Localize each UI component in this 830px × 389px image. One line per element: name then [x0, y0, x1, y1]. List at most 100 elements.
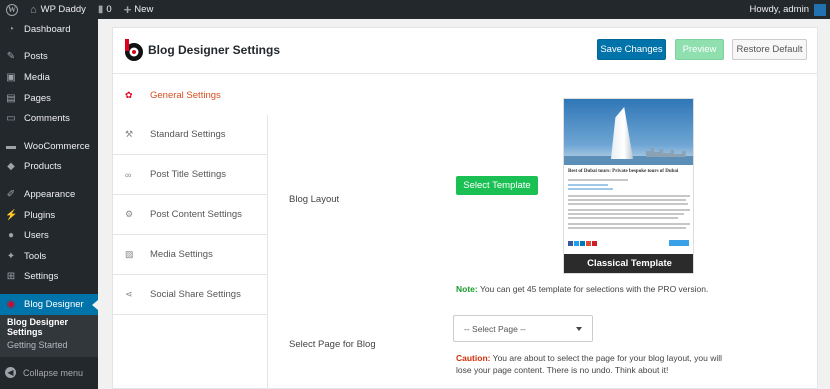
tab-label: Social Share Settings	[150, 289, 241, 300]
menu-item-appearance[interactable]: ✐ Appearance	[0, 184, 98, 205]
pinterest-icon	[592, 241, 597, 246]
google-plus-icon	[586, 241, 591, 246]
menu-item-users[interactable]: ● Users	[0, 225, 98, 246]
preview-read-more	[669, 240, 689, 246]
menu-label: Users	[24, 230, 49, 242]
menu-item-plugins[interactable]: ⚡ Plugins	[0, 205, 98, 226]
tab-label: Post Title Settings	[150, 169, 227, 180]
link-icon: ∞	[125, 169, 132, 180]
collapse-menu-button[interactable]: ◀ Collapse menu	[0, 362, 98, 384]
menu-item-blog-designer[interactable]: ◉ Blog Designer	[0, 294, 98, 315]
menu-label: Plugins	[24, 209, 56, 221]
preview-text-line	[568, 223, 690, 225]
admin-bar: W ⌂ WP Daddy ▮ 0 + New Howdy, admin	[0, 0, 830, 19]
tab-label: Standard Settings	[150, 129, 226, 140]
preview-text-line	[568, 209, 690, 211]
menu-item-pages[interactable]: ▤ Pages	[0, 88, 98, 109]
box-icon: ◆	[7, 161, 15, 173]
my-account-link[interactable]: Howdy, admin	[744, 0, 830, 19]
site-name-link[interactable]: ⌂ WP Daddy	[24, 0, 92, 19]
home-icon: ⌂	[30, 3, 37, 16]
tab-post-content-settings[interactable]: ⚙ Post Content Settings	[113, 195, 268, 235]
new-label: New	[134, 4, 154, 15]
menu-item-settings[interactable]: ⊞ Settings	[0, 267, 98, 288]
note-text: You can get 45 template for selections w…	[477, 284, 709, 294]
menu-label: Appearance	[24, 188, 76, 200]
share-icon: ⋖	[125, 289, 133, 299]
preview-text-line	[568, 179, 628, 181]
howdy-text: Howdy, admin	[749, 4, 810, 15]
select-page-value: -- Select Page --	[464, 323, 526, 334]
image-icon: ▨	[125, 249, 134, 259]
user-icon: ●	[7, 230, 15, 242]
collapse-label: Collapse menu	[23, 367, 84, 378]
chevron-down-icon	[576, 327, 582, 331]
preview-text-line	[568, 188, 613, 190]
template-name: Classical Template	[564, 254, 693, 273]
menu-item-dashboard[interactable]: ◔ Dashboard	[0, 19, 98, 40]
caution-prefix: Caution:	[456, 353, 491, 363]
menu-label: Posts	[24, 51, 48, 63]
site-name: WP Daddy	[40, 4, 86, 15]
menu-item-posts[interactable]: ✎ Posts	[0, 47, 98, 68]
preview-text-line	[568, 213, 684, 215]
blog-designer-submenu: Blog Designer Settings Getting Started	[0, 314, 98, 357]
preview-post-title: Best of Dubai tours: Private bespoke tou…	[568, 169, 679, 174]
menu-item-media[interactable]: ▣ Media	[0, 67, 98, 88]
restore-default-button[interactable]: Restore Default	[732, 39, 807, 60]
comments-count: 0	[106, 4, 112, 15]
media-icon: ▣	[6, 71, 16, 83]
pin-icon: ✎	[6, 51, 16, 63]
menu-label: Pages	[24, 92, 51, 104]
menu-item-woocommerce[interactable]: ▬ WooCommerce	[0, 136, 98, 157]
preview-button[interactable]: Preview	[675, 39, 724, 60]
menu-item-products[interactable]: ◆ Products	[0, 157, 98, 178]
gears-icon: ⚙	[125, 209, 134, 219]
submenu-blog-designer-settings[interactable]: Blog Designer Settings	[0, 317, 98, 337]
page-icon: ▤	[6, 92, 16, 104]
preview-text-line	[568, 184, 608, 186]
tab-general-settings[interactable]: ✿ General Settings	[113, 75, 268, 115]
note-prefix: Note:	[456, 284, 478, 294]
twitter-icon	[574, 241, 579, 246]
select-page-dropdown[interactable]: -- Select Page --	[453, 315, 593, 342]
select-template-button[interactable]: Select Template	[456, 176, 538, 195]
select-page-label: Select Page for Blog	[289, 339, 376, 350]
caution-body: You are about to select the page for you…	[456, 353, 723, 375]
menu-item-tools[interactable]: ✦ Tools	[0, 246, 98, 267]
comment-icon: ▭	[6, 113, 16, 125]
preview-text-line	[568, 195, 690, 197]
admin-menu: ◔ Dashboard ✎ Posts ▣ Media ▤ Pages ▭ Comment…	[0, 19, 98, 389]
new-content-link[interactable]: + New	[118, 0, 160, 19]
menu-label: Dashboard	[24, 23, 71, 35]
plug-icon: ⚡	[5, 209, 18, 221]
tab-standard-settings[interactable]: ⚒ Standard Settings	[113, 115, 268, 155]
collapse-icon: ◀	[5, 367, 16, 379]
facebook-icon	[568, 241, 573, 246]
menu-label: Comments	[24, 113, 70, 125]
template-preview[interactable]: Best of Dubai tours: Private bespoke tou…	[563, 98, 694, 274]
menu-label: WooCommerce	[24, 140, 90, 152]
woocommerce-icon: ▬	[6, 140, 16, 152]
tab-media-settings[interactable]: ▨ Media Settings	[113, 235, 268, 275]
comments-link[interactable]: ▮ 0	[92, 0, 118, 19]
tab-post-title-settings[interactable]: ∞ Post Title Settings	[113, 155, 268, 195]
tab-label: Media Settings	[150, 249, 213, 260]
blog-designer-icon: ◉	[6, 298, 16, 310]
menu-label: Blog Designer	[24, 298, 84, 310]
menu-label: Products	[24, 161, 62, 173]
settings-panel: Blog Designer Settings Save Changes Prev…	[112, 27, 818, 389]
submenu-getting-started[interactable]: Getting Started	[0, 336, 98, 354]
plus-icon: +	[123, 2, 132, 17]
blog-layout-label: Blog Layout	[289, 194, 340, 205]
wp-logo-menu[interactable]: W	[0, 0, 24, 19]
avatar	[814, 3, 826, 16]
menu-item-comments[interactable]: ▭ Comments	[0, 108, 98, 129]
menu-label: Settings	[24, 271, 59, 283]
blog-designer-logo	[125, 39, 143, 61]
hammer-icon: ⚒	[125, 129, 134, 139]
menu-label: Tools	[24, 250, 47, 262]
save-changes-button[interactable]: Save Changes	[597, 39, 666, 60]
preview-share-icons	[568, 241, 598, 246]
tab-social-share-settings[interactable]: ⋖ Social Share Settings	[113, 275, 268, 315]
